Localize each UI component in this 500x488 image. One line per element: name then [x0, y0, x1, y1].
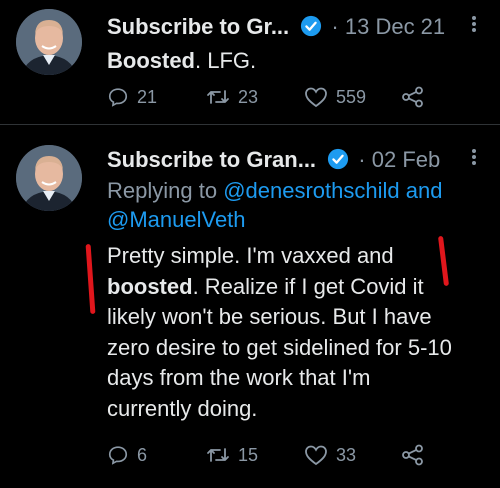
retweet-button[interactable]: 23 [206, 86, 258, 108]
mention-link[interactable]: @ManuelVeth [107, 207, 246, 232]
tweet-header: Subscribe to Gr... · 13 Dec 21 [107, 14, 445, 43]
reply-button[interactable]: 6 [107, 444, 147, 466]
share-icon [402, 86, 423, 108]
and-word: and [405, 178, 443, 203]
retweet-icon [207, 90, 229, 104]
tweet-text: Pretty simple. I'm vaxxed and boosted. R… [107, 241, 452, 424]
more-icon[interactable] [470, 145, 478, 175]
tweet-2[interactable]: Subscribe to Gran... · 02 Feb Replying t… [0, 131, 500, 488]
text-line: boosted. Realize if I get Covid it [107, 272, 452, 303]
bold-word: boosted [107, 273, 193, 299]
text-line: currently doing. [107, 395, 258, 421]
text-line: likely won't be serious. But I have [107, 304, 432, 329]
text-rest: . LFG. [195, 48, 257, 73]
retweet-icon [207, 448, 229, 462]
retweet-button[interactable]: 15 [206, 444, 258, 466]
tweet-1[interactable]: Subscribe to Gr... · 13 Dec 21 Boosted. … [0, 0, 500, 118]
author-name[interactable]: Subscribe to Gran... [107, 147, 316, 172]
dot-separator: · [331, 14, 339, 39]
like-count: 33 [336, 444, 357, 465]
share-button[interactable] [401, 86, 425, 108]
replying-prefix: Replying to [107, 178, 218, 203]
reply-count: 21 [137, 86, 158, 107]
share-button[interactable] [401, 444, 425, 466]
tweet-header: Subscribe to Gran... · 02 Feb [107, 147, 440, 176]
like-button[interactable]: 33 [304, 444, 356, 466]
tweet-date[interactable]: 02 Feb [372, 147, 441, 172]
tweet-divider [0, 124, 500, 125]
tweet-text: Boosted. LFG. [107, 46, 256, 75]
like-button[interactable]: 559 [304, 86, 366, 108]
tweet-date[interactable]: 13 Dec 21 [345, 14, 445, 39]
reply-icon [108, 446, 128, 465]
text-line: days from the work that I'm [107, 365, 371, 390]
like-icon [305, 87, 327, 108]
reply-count: 6 [137, 444, 148, 465]
share-icon [402, 444, 423, 466]
author-name[interactable]: Subscribe to Gr... [107, 14, 289, 39]
more-icon[interactable] [470, 12, 478, 42]
replying-to: Replying to @denesrothschild and @Manuel… [107, 176, 442, 234]
like-icon [305, 445, 327, 466]
avatar[interactable] [16, 145, 82, 211]
reply-icon [108, 88, 128, 107]
reply-button[interactable]: 21 [107, 86, 157, 108]
retweet-count: 15 [238, 444, 259, 465]
like-count: 559 [336, 86, 367, 107]
verified-badge-icon [300, 15, 322, 43]
avatar[interactable] [16, 9, 82, 75]
retweet-count: 23 [238, 86, 259, 107]
verified-badge-icon [327, 148, 349, 176]
mention-link[interactable]: @denesrothschild [223, 178, 399, 203]
text-line: zero desire to get sidelined for 5-10 [107, 334, 452, 360]
dot-separator: · [358, 147, 366, 172]
bold-word: Boosted [107, 48, 195, 73]
text-rest: . Realize if I get Covid it [192, 273, 424, 299]
text-line: Pretty simple. I'm vaxxed and [107, 243, 394, 268]
